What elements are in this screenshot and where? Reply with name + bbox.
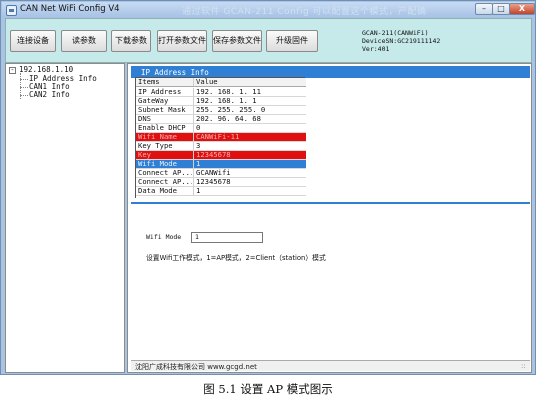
title-bar[interactable]: CAN Net WiFi Config V4 通过软件 GCAN-211 Con… — [2, 2, 535, 18]
wifi-mode-label: Wifi Mode — [146, 233, 182, 241]
table-row-highlighted[interactable]: Wifi Name CANWiFi-11 — [136, 133, 306, 142]
resize-grip-icon[interactable]: :: — [521, 362, 526, 370]
row-item: Wifi Mode — [138, 160, 177, 168]
row-value[interactable]: CANWiFi-11 — [196, 133, 239, 141]
connect-device-button[interactable]: 连接设备 — [10, 30, 56, 52]
row-item: GateWay — [138, 97, 169, 105]
table-row[interactable]: Data Mode 1 — [136, 187, 306, 196]
row-item: Subnet Mask — [138, 106, 186, 114]
column-header-value: Value — [196, 77, 218, 86]
row-item: DNS — [138, 115, 151, 123]
app-icon — [6, 5, 17, 16]
row-item: Data Mode — [138, 187, 177, 195]
row-value[interactable]: 12345678 — [196, 151, 231, 159]
open-param-file-button[interactable]: 打开参数文件 — [157, 30, 207, 52]
read-params-button[interactable]: 读参数 — [61, 30, 107, 52]
row-value[interactable]: 1 — [196, 160, 200, 168]
row-value[interactable]: 202. 96. 64. 68 — [196, 115, 261, 123]
table-row[interactable]: DNS 202. 96. 64. 68 — [136, 115, 306, 124]
tree-collapse-icon[interactable]: - — [9, 67, 16, 74]
maximize-button[interactable]: □ — [492, 3, 510, 15]
row-item: IP Address — [138, 88, 182, 96]
panel-divider — [131, 202, 530, 204]
panel-title: IP Address Info — [141, 68, 209, 77]
tree-branch — [20, 79, 28, 80]
figure-caption: 图 5.1 设置 AP 模式图示 — [203, 382, 333, 396]
device-serial: DeviceSN:GC219111142 — [362, 37, 441, 45]
tree-node-can2-info[interactable]: CAN2 Info — [29, 90, 70, 99]
device-version: Ver:401 — [362, 45, 390, 53]
row-value[interactable]: GCANWifi — [196, 169, 231, 177]
app-window: CAN Net WiFi Config V4 通过软件 GCAN-211 Con… — [0, 0, 536, 375]
row-value[interactable]: 192. 168. 1. 1 — [196, 97, 257, 105]
main-panel: IP Address Info Items Value IP Address 1… — [127, 63, 532, 373]
close-button[interactable]: X — [509, 3, 535, 15]
row-item: Connect AP... — [138, 178, 192, 186]
grid-header: Items Value — [136, 78, 306, 87]
row-value[interactable]: 3 — [196, 142, 200, 150]
row-value[interactable]: 1 — [196, 187, 200, 195]
param-grid: Items Value IP Address 192. 168. 1. 11 G… — [135, 77, 306, 198]
row-item: Key — [138, 151, 151, 159]
row-item: Key Type — [138, 142, 173, 150]
column-header-items: Items — [138, 78, 160, 86]
wifi-mode-description: 设置Wifi工作模式，1=AP模式，2=Client（station）模式 — [146, 254, 326, 262]
table-row[interactable]: Connect AP... 12345678 — [136, 178, 306, 187]
tree-branch — [20, 87, 28, 88]
row-value[interactable]: 0 — [196, 124, 200, 132]
tree-root-node[interactable]: 192.168.1.10 — [19, 65, 73, 74]
tree-branch — [20, 95, 28, 96]
row-item: Connect AP... — [138, 169, 192, 177]
window-title: CAN Net WiFi Config V4 — [20, 4, 120, 14]
company-info: 沈阳广成科技有限公司 www.gcgd.net — [135, 363, 257, 371]
row-item: Enable DHCP — [138, 124, 186, 132]
status-bar: 沈阳广成科技有限公司 www.gcgd.net :: — [131, 360, 530, 371]
wifi-mode-input[interactable]: 1 — [191, 232, 263, 243]
row-value[interactable]: 12345678 — [196, 178, 231, 186]
row-item: Wifi Name — [138, 133, 177, 141]
table-row-highlighted[interactable]: Key 12345678 — [136, 151, 306, 160]
upgrade-firmware-button[interactable]: 升级固件 — [266, 30, 318, 52]
row-value[interactable]: 255. 255. 255. 0 — [196, 106, 265, 114]
device-model: GCAN-211(CANWiFi) — [362, 29, 429, 37]
save-param-file-button[interactable]: 保存参数文件 — [212, 30, 262, 52]
minimize-button[interactable]: – — [475, 3, 493, 15]
download-params-button[interactable]: 下载参数 — [111, 30, 151, 52]
toolbar: 连接设备 读参数 下载参数 打开参数文件 保存参数文件 升级固件 GCAN-21… — [5, 18, 532, 63]
row-value[interactable]: 192. 168. 1. 11 — [196, 88, 261, 96]
device-tree: - 192.168.1.10 IP Address Info CAN1 Info… — [5, 63, 125, 373]
title-overlay-text: 通过软件 GCAN-211 Config 可以配置这个模式，产配确 — [182, 7, 427, 17]
